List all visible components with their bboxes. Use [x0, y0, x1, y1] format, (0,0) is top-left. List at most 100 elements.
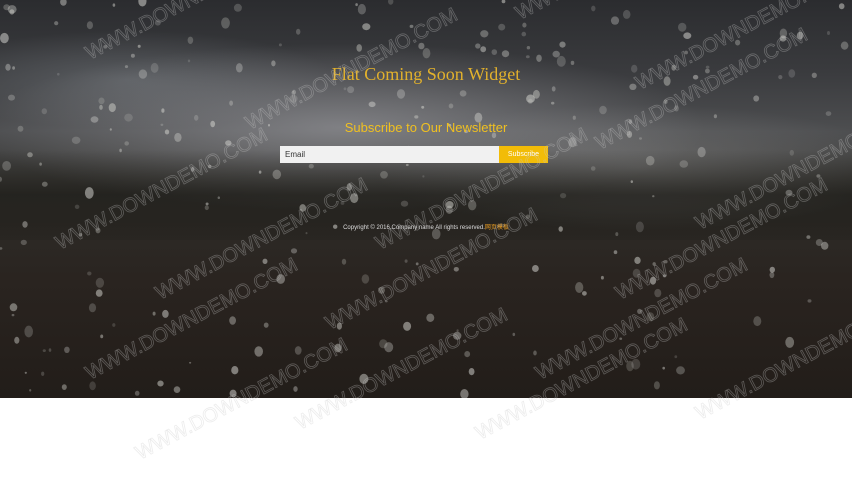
- rain-drop: [652, 195, 655, 198]
- rain-drop: [89, 381, 96, 391]
- rain-drop: [362, 23, 371, 31]
- rain-drop: [24, 371, 27, 374]
- rain-drop: [138, 0, 147, 7]
- rain-drop: [838, 3, 845, 10]
- rain-drop: [559, 41, 566, 48]
- rain-drop: [112, 3, 116, 7]
- rain-drop: [0, 176, 2, 182]
- rain-drop: [615, 232, 619, 237]
- rain-drop: [278, 43, 282, 47]
- rain-drop: [521, 31, 527, 37]
- rain-drop: [9, 9, 15, 15]
- rain-drop: [27, 152, 33, 158]
- rain-drop: [525, 214, 530, 219]
- rain-drop: [137, 44, 141, 48]
- rain-drop: [29, 389, 32, 392]
- rain-drop: [384, 300, 388, 303]
- rain-drop: [840, 41, 849, 50]
- email-input[interactable]: [280, 146, 499, 163]
- rain-drop: [649, 276, 657, 285]
- rain-drop: [527, 98, 533, 104]
- rain-drop: [422, 48, 431, 59]
- rain-drop: [79, 233, 83, 237]
- rain-drop: [582, 291, 587, 296]
- rain-drop: [42, 349, 46, 352]
- rain-drop: [590, 166, 596, 171]
- rain-drop: [674, 105, 679, 112]
- subscribe-button[interactable]: Subscribe: [499, 146, 548, 163]
- rain-drop: [405, 163, 409, 167]
- rain-drop: [468, 368, 475, 376]
- rain-drop: [526, 46, 531, 50]
- rain-drop: [525, 55, 530, 59]
- rain-drop: [87, 271, 92, 276]
- rain-drop: [683, 32, 692, 39]
- rain-drop: [41, 108, 47, 115]
- template-link[interactable]: 网页模板: [485, 225, 509, 231]
- rain-drop: [229, 100, 234, 106]
- rain-drop: [100, 334, 104, 339]
- rain-drop: [663, 260, 668, 264]
- rain-drop: [190, 167, 195, 172]
- rain-drop: [334, 343, 342, 353]
- rain-drop: [796, 31, 804, 40]
- rain-drop: [233, 3, 242, 12]
- rain-drop: [39, 162, 42, 166]
- rain-drop: [403, 321, 412, 331]
- rain-drop: [460, 389, 469, 398]
- rain-drop: [361, 274, 370, 284]
- rain-drop: [785, 189, 793, 196]
- rain-drop: [480, 46, 487, 53]
- rain-drop: [341, 258, 347, 265]
- rain-drop: [305, 232, 308, 235]
- rain-drop: [653, 381, 660, 390]
- rain-drop: [568, 137, 577, 148]
- rain-drop: [254, 346, 263, 357]
- rain-drop: [522, 22, 527, 28]
- rain-drop: [378, 286, 385, 294]
- rain-drop: [453, 331, 462, 340]
- rain-drop: [86, 21, 93, 30]
- rain-drop: [74, 204, 80, 209]
- rain-drop: [468, 200, 477, 211]
- rain-drop: [208, 164, 212, 169]
- rain-drop: [263, 322, 269, 328]
- rain-drop: [340, 201, 345, 205]
- rain-drop: [9, 303, 18, 312]
- rain-drop: [400, 200, 409, 207]
- rain-drop: [464, 351, 471, 358]
- rain-drop: [99, 104, 103, 110]
- rain-drop: [421, 105, 425, 109]
- rain-drop: [713, 114, 718, 119]
- rain-drop: [54, 21, 59, 26]
- rain-drop: [409, 24, 414, 28]
- rain-drop: [448, 103, 454, 109]
- rain-drop: [187, 36, 194, 44]
- rain-drop: [379, 339, 388, 349]
- rain-drop: [88, 303, 97, 313]
- rain-drop: [14, 336, 20, 344]
- rain-drop: [294, 346, 302, 355]
- rain-drop: [119, 148, 122, 153]
- rain-drop: [41, 181, 48, 187]
- newsletter-form: Subscribe: [280, 146, 548, 163]
- rain-drop: [225, 140, 232, 146]
- rain-drop: [646, 312, 655, 322]
- rain-drop: [575, 282, 584, 293]
- rain-drop: [816, 174, 821, 178]
- rain-drop: [551, 86, 556, 92]
- rain-drop: [157, 380, 164, 387]
- rain-drop: [293, 386, 298, 392]
- rain-drop: [24, 325, 33, 338]
- rain-drop: [84, 187, 94, 199]
- rain-drop: [205, 202, 209, 206]
- rain-drop: [187, 59, 191, 63]
- rain-drop: [162, 309, 169, 318]
- rain-drop: [0, 247, 3, 250]
- rain-drop: [806, 235, 811, 239]
- rain-drop: [418, 42, 425, 50]
- rain-drop: [154, 20, 161, 26]
- copyright-footer: Copyright © 2016.Company name All rights…: [0, 222, 852, 231]
- rain-drop: [662, 274, 667, 278]
- rain-drop: [231, 366, 239, 375]
